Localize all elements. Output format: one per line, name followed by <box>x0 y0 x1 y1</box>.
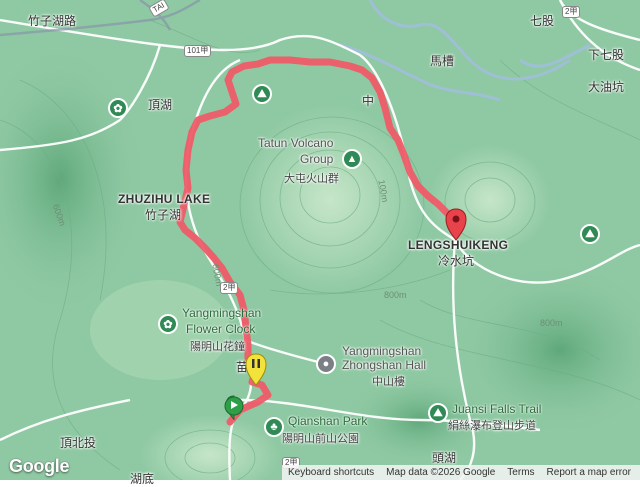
place-label: 頂北投 <box>60 436 97 450</box>
flower-icon[interactable]: ✿ <box>158 314 178 334</box>
contour-label: 800m <box>384 290 407 300</box>
road-shield: 2甲 <box>562 6 581 18</box>
place-label: 絹絲瀑布登山步道 <box>448 420 536 432</box>
google-logo[interactable]: Google <box>9 456 70 477</box>
flower-icon[interactable]: ✿ <box>108 98 128 118</box>
place-label: 頭湖 <box>432 451 457 465</box>
place-label: 大屯火山群 <box>284 173 339 185</box>
place-label: 竹子湖路 <box>28 14 77 28</box>
hiking-route <box>176 56 460 426</box>
place-label: 苗 <box>236 360 249 374</box>
place-label: 竹子湖 <box>145 208 182 222</box>
place-label: 七股 <box>530 14 555 28</box>
place-label: LENGSHUIKENG <box>408 238 509 252</box>
place-label: 中 <box>362 94 375 108</box>
place-label: Zhongshan Hall <box>342 358 427 372</box>
place-label: Qianshan Park <box>288 414 368 428</box>
place-label: Group <box>300 152 334 166</box>
place-label: Flower Clock <box>186 322 256 336</box>
place-label: 中山樓 <box>372 376 405 388</box>
contour-label: 800m <box>540 318 563 328</box>
place-label: 馬槽 <box>430 54 455 68</box>
hiking-icon[interactable]: ⛰ <box>428 403 448 423</box>
map-data-text: Map data ©2026 Google <box>386 467 496 478</box>
report-error-link[interactable]: Report a map error <box>541 467 637 478</box>
place-label: Yangmingshan <box>342 344 422 358</box>
map-canvas[interactable]: ✿ ⛰ ▲ ⛰ ✿ ● ♣ ⛰ 竹子湖路 頂湖 ZHUZIHU LAKE 竹子湖… <box>0 0 640 486</box>
place-label: Yangmingshan <box>182 306 262 320</box>
landmark-icon[interactable]: ● <box>316 354 336 374</box>
place-label: 陽明山前山公園 <box>282 433 359 445</box>
place-label: 湖底 <box>130 472 155 486</box>
place-label: Tatun Volcano <box>258 136 334 150</box>
place-label: ZHUZIHU LAKE <box>118 192 211 206</box>
place-label: 大油坑 <box>588 80 625 94</box>
place-label: 頂湖 <box>148 98 173 112</box>
park-icon[interactable]: ♣ <box>264 417 284 437</box>
map-attribution-bar: Keyboard shortcuts Map data ©2026 Google… <box>282 465 640 480</box>
hiking-icon[interactable]: ⛰ <box>252 84 272 104</box>
place-label: Juansi Falls Trail <box>452 402 542 416</box>
place-label: 下七股 <box>588 48 625 62</box>
mountain-icon[interactable]: ▲ <box>342 149 362 169</box>
hiking-icon[interactable]: ⛰ <box>580 224 600 244</box>
road-shield: 2甲 <box>220 282 239 294</box>
keyboard-shortcuts-link[interactable]: Keyboard shortcuts <box>282 467 380 478</box>
place-label: 陽明山花鐘 <box>190 341 245 353</box>
road-shield: 101甲 <box>184 45 212 57</box>
place-label: 冷水坑 <box>438 254 475 268</box>
terms-link[interactable]: Terms <box>501 467 540 478</box>
